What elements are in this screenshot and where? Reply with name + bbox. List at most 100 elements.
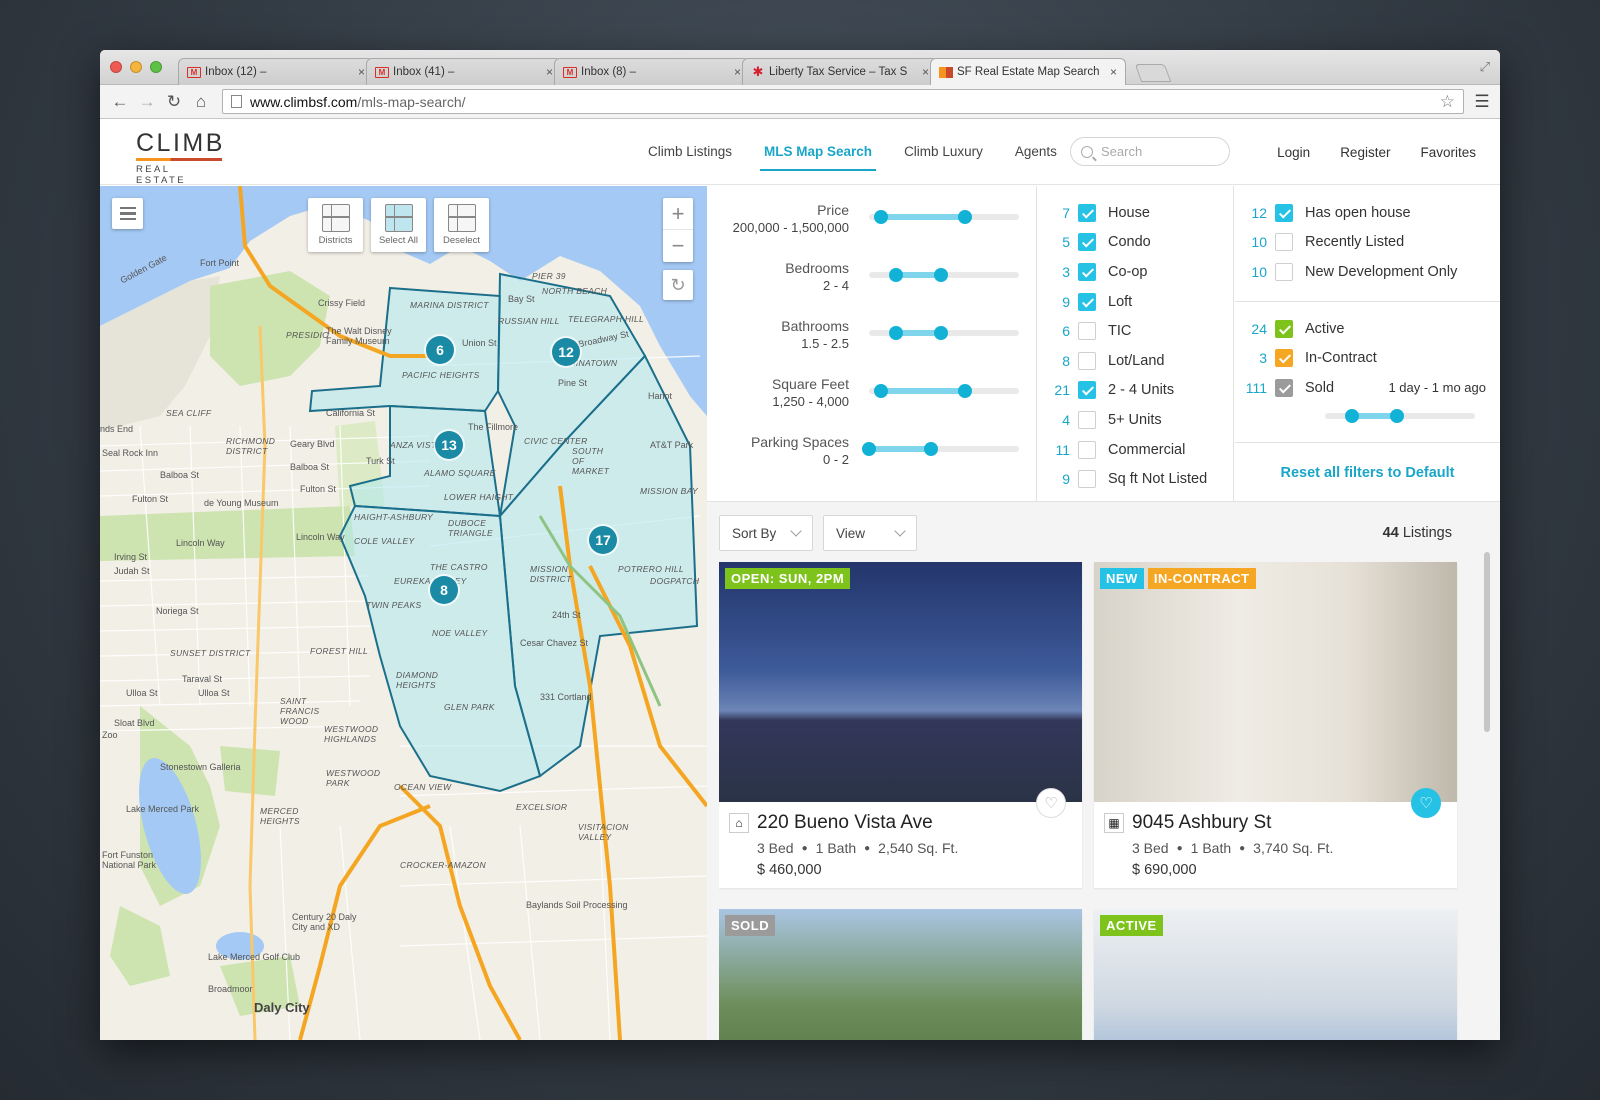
listing-cluster-marker[interactable]: 17 bbox=[589, 526, 617, 554]
filter-checkbox-row[interactable]: 9 Loft bbox=[1038, 287, 1233, 317]
nav-link[interactable]: Agents bbox=[999, 119, 1073, 185]
listing-cluster-marker[interactable]: 13 bbox=[435, 431, 463, 459]
browser-tab[interactable]: M Inbox (41) – × bbox=[366, 58, 562, 85]
zoom-out-button[interactable]: − bbox=[663, 230, 693, 262]
browser-tab[interactable]: SF Real Estate Map Search × bbox=[930, 58, 1126, 85]
close-window-button[interactable] bbox=[110, 61, 122, 73]
slider-min-handle[interactable] bbox=[889, 326, 903, 340]
slider-min-handle[interactable] bbox=[889, 268, 903, 282]
checkbox-checked[interactable] bbox=[1275, 319, 1293, 338]
browser-tab[interactable]: ✱ Liberty Tax Service – Tax S × bbox=[742, 58, 938, 85]
browser-menu-icon[interactable]: ☰ bbox=[1472, 92, 1492, 112]
reload-button[interactable]: ↻ bbox=[162, 92, 186, 112]
filter-checkbox-row[interactable]: 10 Recently Listed bbox=[1235, 228, 1500, 258]
forward-button[interactable]: → bbox=[135, 92, 159, 112]
filter-checkbox-row[interactable]: 3 Co-op bbox=[1038, 257, 1233, 287]
filter-checkbox-row[interactable]: 4 5+ Units bbox=[1038, 405, 1233, 435]
results-scrollbar[interactable] bbox=[1484, 552, 1490, 732]
range-slider[interactable] bbox=[869, 210, 1019, 224]
back-button[interactable]: ← bbox=[108, 92, 132, 112]
checkbox[interactable] bbox=[1275, 233, 1293, 252]
sold-date-slider[interactable] bbox=[1235, 403, 1500, 429]
listing-photo[interactable]: SOLD bbox=[719, 909, 1082, 1040]
checkbox[interactable] bbox=[1078, 351, 1096, 370]
slider-min-handle[interactable] bbox=[874, 210, 888, 224]
minimize-window-button[interactable] bbox=[130, 61, 142, 73]
checkbox[interactable] bbox=[1078, 470, 1096, 489]
slider-min-handle[interactable] bbox=[874, 384, 888, 398]
close-tab-icon[interactable]: × bbox=[734, 65, 741, 79]
checkbox[interactable] bbox=[1275, 262, 1293, 281]
map-menu-button[interactable] bbox=[112, 198, 143, 229]
zoom-window-button[interactable] bbox=[150, 61, 162, 73]
map-tool-button[interactable]: Select All bbox=[371, 198, 426, 252]
favorite-heart-icon[interactable]: ♡ bbox=[1036, 788, 1066, 818]
filter-checkbox-row[interactable]: 3 In-Contract bbox=[1235, 343, 1500, 373]
close-tab-icon[interactable]: × bbox=[358, 65, 365, 79]
slider-track[interactable] bbox=[1325, 408, 1475, 423]
slider-max-handle[interactable] bbox=[923, 442, 938, 456]
range-slider[interactable] bbox=[869, 326, 1019, 340]
checkbox-checked[interactable] bbox=[1078, 233, 1096, 252]
favorite-heart-icon[interactable]: ♡ bbox=[1411, 788, 1441, 818]
slider-max-handle[interactable] bbox=[934, 326, 948, 340]
filter-checkbox-row[interactable]: 7 House bbox=[1038, 198, 1233, 228]
user-nav-link[interactable]: Login bbox=[1277, 145, 1310, 160]
checkbox-checked[interactable] bbox=[1275, 349, 1293, 368]
checkbox-checked[interactable] bbox=[1078, 381, 1096, 400]
map-tool-button[interactable]: Districts bbox=[308, 198, 363, 252]
sort-by-dropdown[interactable]: Sort By bbox=[719, 515, 813, 551]
slider-min-handle[interactable] bbox=[1345, 408, 1359, 423]
fullscreen-icon[interactable]: ⤢ bbox=[1480, 59, 1490, 75]
slider-max-handle[interactable] bbox=[958, 210, 972, 224]
checkbox-checked[interactable] bbox=[1078, 292, 1096, 311]
checkbox-checked[interactable] bbox=[1078, 203, 1096, 222]
range-slider[interactable] bbox=[869, 268, 1019, 282]
filter-checkbox-row[interactable]: 10 New Development Only bbox=[1235, 257, 1500, 287]
listing-cluster-marker[interactable]: 6 bbox=[426, 336, 454, 364]
checkbox-checked[interactable] bbox=[1078, 262, 1096, 281]
filter-checkbox-row[interactable]: 5 Condo bbox=[1038, 228, 1233, 258]
slider-max-handle[interactable] bbox=[958, 384, 972, 398]
listing-card[interactable]: ACTIVE bbox=[1094, 909, 1457, 1040]
filter-checkbox-row[interactable]: 9 Sq ft Not Listed bbox=[1038, 464, 1233, 494]
filter-checkbox-row[interactable]: 6 TIC bbox=[1038, 316, 1233, 346]
checkbox[interactable] bbox=[1078, 322, 1096, 341]
address-bar[interactable]: www.climbsf.com/mls-map-search/ ☆ bbox=[222, 89, 1464, 114]
filter-checkbox-row[interactable]: 8 Lot/Land bbox=[1038, 346, 1233, 376]
checkbox[interactable] bbox=[1078, 440, 1096, 459]
nav-link[interactable]: Climb Luxury bbox=[888, 119, 999, 185]
climb-logo[interactable]: CLIMB REAL ESTATE bbox=[136, 130, 222, 186]
map[interactable]: Golden Gate Fort Point Crissy Field PRES… bbox=[100, 186, 707, 1040]
listing-photo[interactable]: OPEN: SUN, 2PM bbox=[719, 562, 1082, 802]
range-slider[interactable] bbox=[862, 442, 1019, 456]
slider-min-handle[interactable] bbox=[862, 442, 876, 456]
site-search[interactable] bbox=[1070, 137, 1230, 166]
user-nav-link[interactable]: Register bbox=[1340, 145, 1390, 160]
nav-link[interactable]: MLS Map Search bbox=[748, 119, 888, 185]
slider-max-handle[interactable] bbox=[1390, 408, 1404, 423]
listing-photo[interactable]: NEW IN-CONTRACT bbox=[1094, 562, 1457, 802]
close-tab-icon[interactable]: × bbox=[546, 65, 553, 79]
nav-link[interactable]: Climb Listings bbox=[632, 119, 748, 185]
user-nav-link[interactable]: Favorites bbox=[1420, 145, 1476, 160]
listing-card[interactable]: SOLD bbox=[719, 909, 1082, 1040]
filter-checkbox-row[interactable]: 12 Has open house bbox=[1235, 198, 1500, 228]
close-tab-icon[interactable]: × bbox=[922, 65, 929, 79]
checkbox-checked[interactable] bbox=[1275, 378, 1293, 397]
filter-checkbox-row[interactable]: 21 2 - 4 Units bbox=[1038, 376, 1233, 406]
listing-card[interactable]: NEW IN-CONTRACT ♡ ▦ 9045 Ashbury St 3 Bed ● 1 B… bbox=[1094, 562, 1457, 888]
listing-address[interactable]: 9045 Ashbury St bbox=[1132, 812, 1447, 834]
listing-card[interactable]: OPEN: SUN, 2PM ♡ ⌂ 220 Bueno Vista Ave 3 Bed… bbox=[719, 562, 1082, 888]
filter-checkbox-row[interactable]: 111 Sold 1 day - 1 mo ago bbox=[1235, 373, 1500, 403]
view-dropdown[interactable]: View bbox=[823, 515, 917, 551]
map-tool-button[interactable]: Deselect bbox=[434, 198, 489, 252]
checkbox-checked[interactable] bbox=[1275, 203, 1293, 222]
listing-cluster-marker[interactable]: 8 bbox=[430, 576, 458, 604]
filter-checkbox-row[interactable]: 11 Commercial bbox=[1038, 435, 1233, 465]
reset-filters-button[interactable]: Reset all filters to Default bbox=[1235, 442, 1500, 502]
home-button[interactable]: ⌂ bbox=[189, 92, 213, 112]
listing-address[interactable]: 220 Bueno Vista Ave bbox=[757, 812, 1072, 834]
browser-tab[interactable]: M Inbox (8) – × bbox=[554, 58, 750, 85]
checkbox[interactable] bbox=[1078, 410, 1096, 429]
